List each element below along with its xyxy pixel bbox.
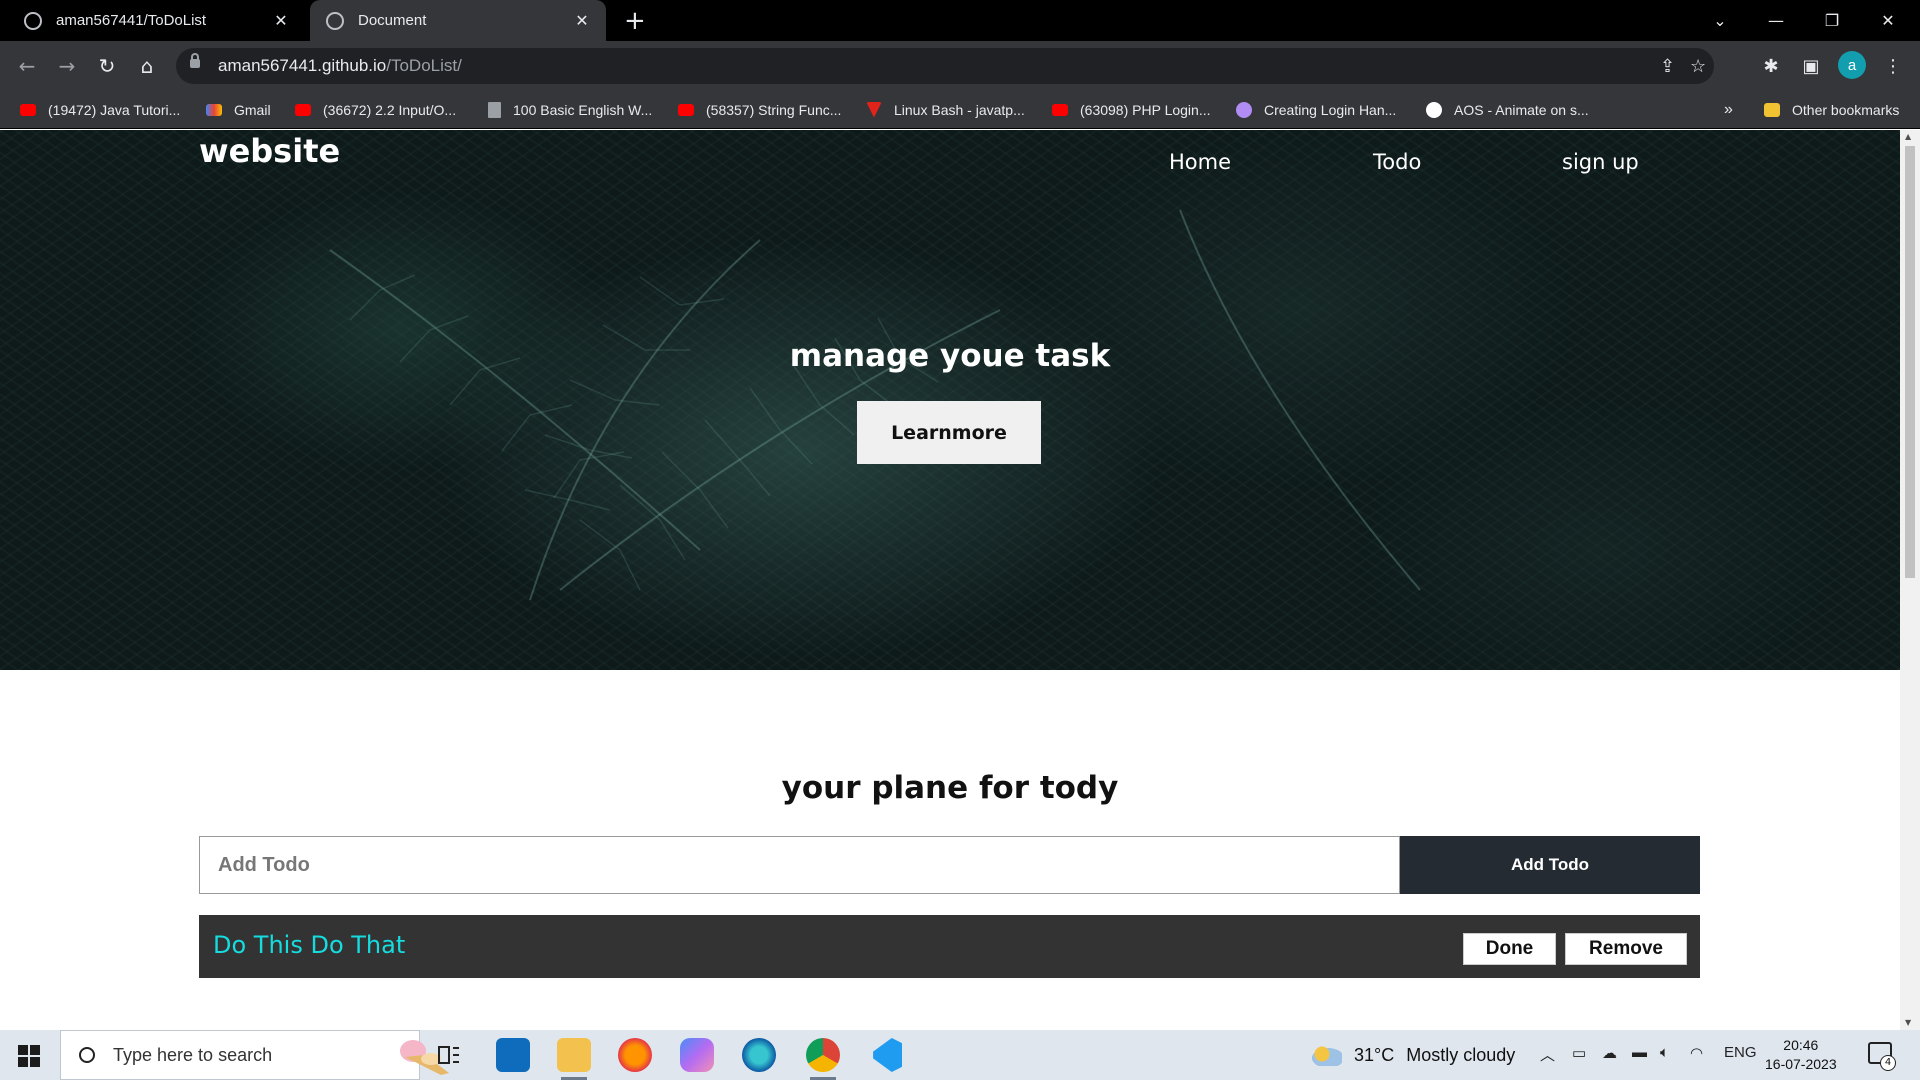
search-icon — [79, 1047, 95, 1063]
bookmark-item[interactable]: AOS - Animate on s... — [1426, 90, 1589, 129]
share-icon[interactable]: ⇪ — [1660, 56, 1675, 77]
profile-icon — [1236, 101, 1252, 118]
system-clock[interactable]: 20:46 16-07-2023 — [1765, 1036, 1837, 1074]
todo-section-title: your plane for tody — [781, 770, 1119, 806]
bookmark-item[interactable]: 100 Basic English W... — [488, 90, 652, 129]
new-tab-button[interactable]: + — [624, 6, 646, 36]
youtube-icon — [295, 103, 311, 116]
todo-item: Do This Do That Done Remove — [199, 915, 1700, 978]
scroll-up-arrow-icon[interactable]: ▲ — [1905, 132, 1911, 141]
bookmark-star-icon[interactable]: ☆ — [1690, 56, 1706, 77]
windows-start-icon[interactable] — [18, 1045, 40, 1067]
github-icon — [24, 11, 42, 30]
tab-search-icon[interactable]: ⌄ — [1692, 0, 1748, 41]
wifi-icon[interactable]: ◠ — [1690, 1044, 1703, 1062]
todo-item-text: Do This Do That — [213, 931, 406, 959]
meet-now-icon[interactable]: ▭ — [1572, 1044, 1586, 1062]
language-indicator[interactable]: ENG — [1724, 1044, 1757, 1061]
bookmark-item[interactable]: (36672) 2.2 Input/O... — [295, 90, 456, 129]
other-bookmarks[interactable]: Other bookmarks — [1764, 90, 1899, 129]
firefox-icon[interactable] — [618, 1038, 652, 1072]
learn-more-button[interactable]: Learnmore — [857, 401, 1041, 464]
page-viewport: website Home Todo sign up manage youe ta… — [0, 130, 1900, 1030]
forward-button[interactable]: → — [52, 51, 82, 81]
globe-icon — [326, 11, 344, 30]
clock-time: 20:46 — [1783, 1037, 1819, 1053]
youtube-icon — [20, 103, 36, 116]
remove-button[interactable]: Remove — [1565, 933, 1687, 965]
profile-avatar[interactable]: a — [1838, 51, 1866, 79]
tab-todolist-github[interactable]: aman567441/ToDoList ✕ — [0, 0, 305, 41]
chrome-icon[interactable] — [806, 1038, 840, 1080]
bookmark-item[interactable]: (19472) Java Tutori... — [20, 90, 180, 129]
tab-title: aman567441/ToDoList — [56, 12, 207, 29]
nav-link-todo[interactable]: Todo — [1373, 150, 1421, 174]
bookmark-item[interactable]: Linux Bash - javatp... — [866, 90, 1025, 129]
vscode-icon[interactable] — [873, 1038, 902, 1072]
fern-background-image — [329, 209, 1421, 601]
edge-icon[interactable] — [742, 1038, 776, 1072]
windows-taskbar: Type here to search 31°C Mostly cloudy ︿… — [0, 1030, 1920, 1080]
bookmarks-overflow-button[interactable]: » — [1724, 90, 1733, 129]
volume-icon[interactable]: 🔈︎ — [1660, 1044, 1669, 1061]
browser-tab-bar: aman567441/ToDoList ✕ Document ✕ + ⌄ — ❐… — [0, 0, 1920, 41]
partly-cloudy-icon — [1310, 1044, 1342, 1066]
document-icon — [488, 101, 501, 118]
menu-icon[interactable]: ⋮ — [1878, 51, 1908, 81]
page-scrollbar[interactable]: ▲ ▼ — [1900, 130, 1920, 1030]
bookmarks-bar: (19472) Java Tutori... Gmail (36672) 2.2… — [0, 90, 1920, 129]
notification-count-badge: 4 — [1880, 1055, 1896, 1071]
add-todo-button[interactable]: Add Todo — [1400, 836, 1700, 894]
tab-document[interactable]: Document ✕ — [310, 0, 606, 41]
show-hidden-icons-chevron-icon[interactable]: ︿ — [1540, 1044, 1555, 1065]
tab-title: Document — [358, 12, 427, 29]
javatpoint-icon — [866, 101, 882, 118]
scroll-down-arrow-icon[interactable]: ▼ — [1905, 1018, 1911, 1027]
bookmark-item[interactable]: Creating Login Han... — [1236, 90, 1396, 129]
bookmark-item[interactable]: (58357) String Func... — [678, 90, 841, 129]
site-logo[interactable]: website — [199, 132, 340, 170]
bookmark-item[interactable]: Gmail — [206, 90, 271, 129]
search-placeholder: Type here to search — [113, 1044, 273, 1065]
file-explorer-icon[interactable] — [557, 1038, 591, 1080]
weather-condition: Mostly cloudy — [1406, 1044, 1516, 1065]
scroll-thumb[interactable] — [1905, 146, 1915, 578]
home-button[interactable]: ⌂ — [132, 51, 162, 81]
close-window-button[interactable]: ✕ — [1860, 0, 1916, 41]
mail-icon[interactable] — [496, 1038, 530, 1072]
browser-toolbar: ← → ↻ ⌂ aman567441.github.io/ToDoList/ ⇪… — [0, 41, 1920, 90]
onedrive-icon[interactable]: ☁ — [1602, 1044, 1617, 1062]
task-view-icon[interactable] — [432, 1038, 466, 1072]
taskbar-search-box[interactable]: Type here to search — [60, 1030, 449, 1080]
gmail-icon — [206, 103, 222, 116]
nav-link-home[interactable]: Home — [1169, 150, 1231, 174]
lock-icon — [190, 53, 200, 68]
youtube-icon — [678, 103, 694, 116]
clock-date: 16-07-2023 — [1765, 1056, 1837, 1072]
back-button[interactable]: ← — [12, 51, 42, 81]
address-bar[interactable]: aman567441.github.io/ToDoList/ ⇪ ☆ — [176, 48, 1714, 84]
weather-temperature: 31°C — [1354, 1044, 1395, 1065]
url-text: aman567441.github.io/ToDoList/ — [218, 56, 462, 75]
close-tab-icon[interactable]: ✕ — [271, 11, 291, 31]
close-tab-icon[interactable]: ✕ — [572, 11, 592, 31]
add-todo-input[interactable]: Add Todo — [199, 836, 1400, 894]
globe-icon — [1426, 101, 1442, 118]
hero-title: manage youe task — [789, 338, 1111, 374]
done-button[interactable]: Done — [1463, 933, 1556, 965]
nav-link-sign-up[interactable]: sign up — [1562, 150, 1639, 174]
copilot-icon[interactable] — [680, 1038, 714, 1072]
hero-section: website Home Todo sign up manage youe ta… — [0, 130, 1900, 670]
restore-button[interactable]: ❐ — [1804, 0, 1860, 41]
battery-icon[interactable]: ▬ — [1632, 1044, 1647, 1061]
side-panel-icon[interactable]: ▣ — [1796, 51, 1826, 81]
minimize-button[interactable]: — — [1748, 0, 1804, 41]
folder-icon — [1764, 102, 1780, 117]
bookmark-item[interactable]: (63098) PHP Login... — [1052, 90, 1211, 129]
weather-widget[interactable]: 31°C Mostly cloudy — [1310, 1044, 1515, 1066]
reload-button[interactable]: ↻ — [92, 51, 122, 81]
youtube-icon — [1052, 103, 1068, 116]
extensions-icon[interactable]: ✱ — [1756, 51, 1786, 81]
